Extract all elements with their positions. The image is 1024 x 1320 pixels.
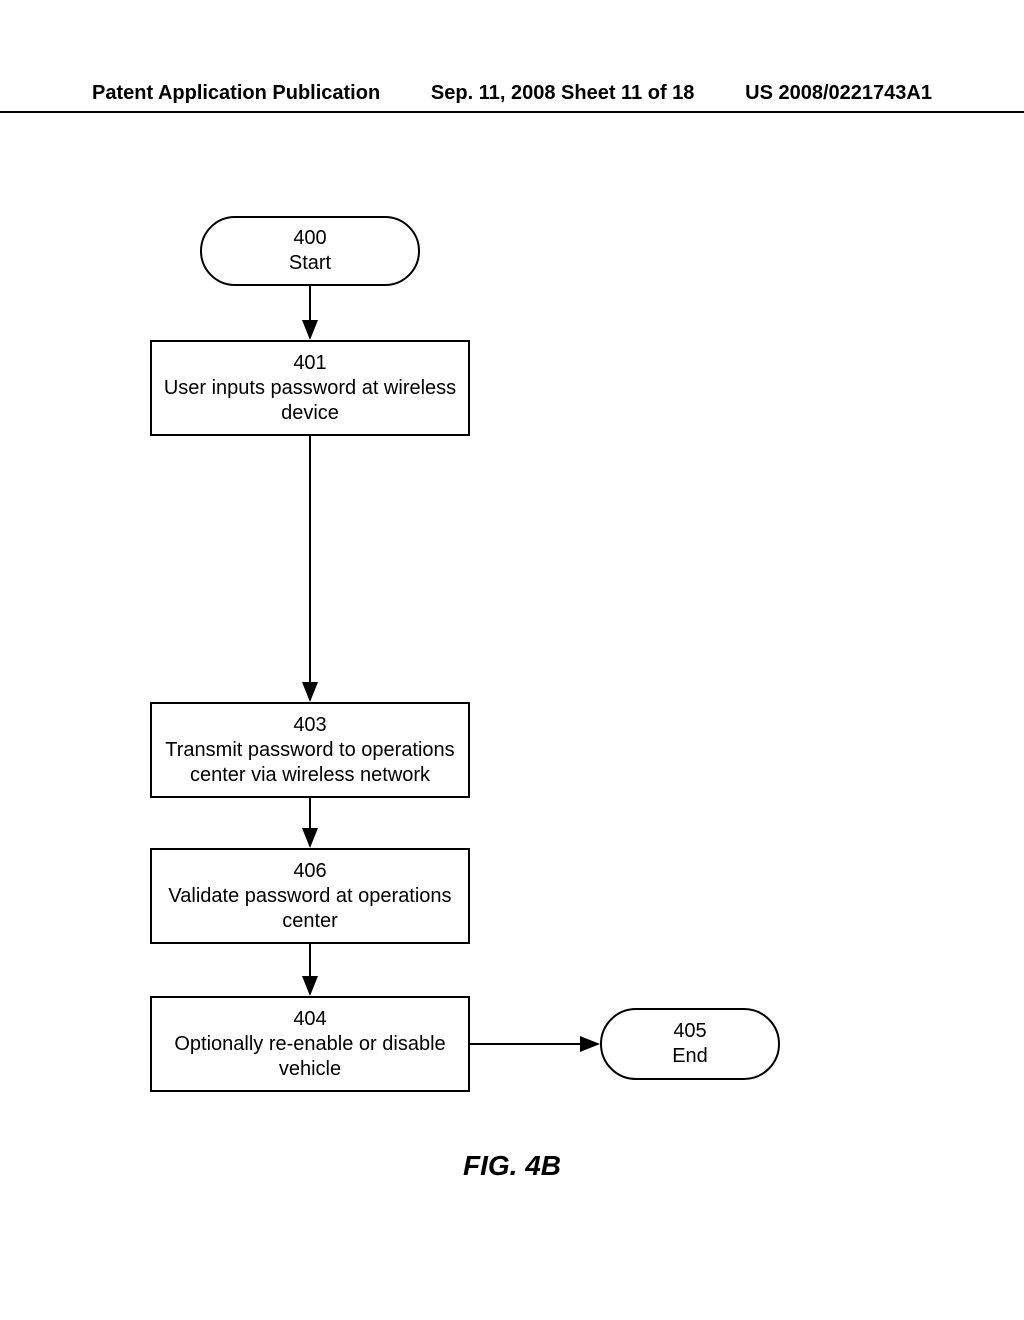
node-start: 400 Start (200, 216, 420, 286)
node-403-num: 403 (293, 713, 326, 738)
node-404-label: Optionally re-enable or disable vehicle (152, 1032, 468, 1082)
node-end: 405 End (600, 1008, 780, 1080)
node-404-num: 404 (293, 1007, 326, 1032)
flowchart: 400 Start 401 User inputs password at wi… (0, 0, 1024, 1320)
node-406-label: Validate password at operations center (152, 884, 468, 934)
flow-arrows (0, 0, 1024, 1320)
node-start-num: 400 (293, 226, 326, 251)
node-403-label: Transmit password to operations center v… (152, 738, 468, 788)
node-step-404: 404 Optionally re-enable or disable vehi… (150, 996, 470, 1092)
node-step-406: 406 Validate password at operations cent… (150, 848, 470, 944)
node-step-403: 403 Transmit password to operations cent… (150, 702, 470, 798)
node-401-label: User inputs password at wireless device (152, 376, 468, 426)
node-step-401: 401 User inputs password at wireless dev… (150, 340, 470, 436)
node-end-num: 405 (673, 1019, 706, 1044)
node-start-label: Start (289, 251, 331, 276)
node-end-label: End (672, 1044, 708, 1069)
node-406-num: 406 (293, 859, 326, 884)
figure-label: FIG. 4B (0, 1150, 1024, 1182)
node-401-num: 401 (293, 351, 326, 376)
